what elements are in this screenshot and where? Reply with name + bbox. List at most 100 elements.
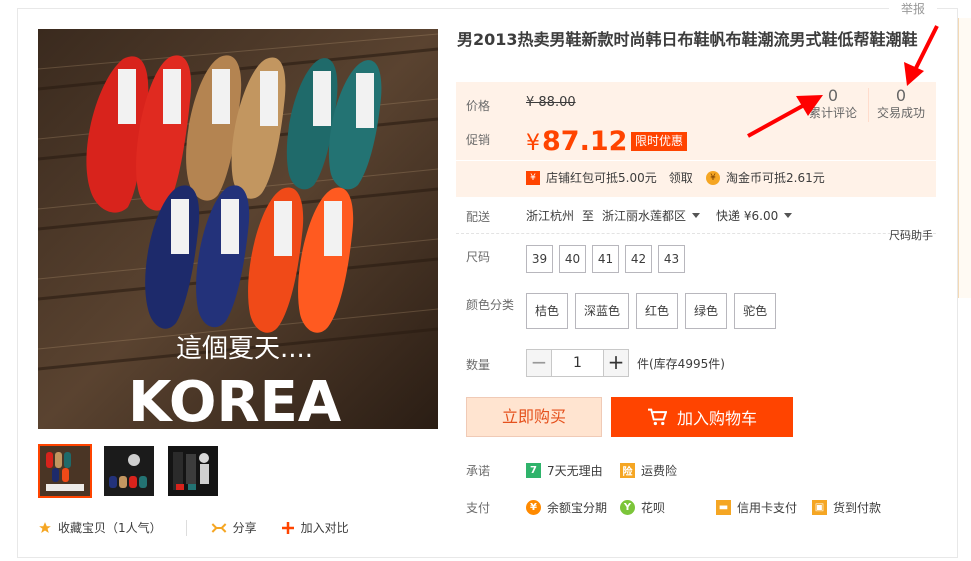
gift-icon: ¥: [526, 170, 540, 185]
product-title: 男2013热卖男鞋新款时尚韩日布鞋帆布鞋潮流男式鞋低帮鞋潮鞋: [457, 30, 918, 49]
promise-label: 承诺: [466, 464, 491, 478]
huabei-icon: Y: [620, 500, 635, 515]
deal-count-label: 交易成功: [877, 106, 926, 120]
chevron-down-icon: [692, 213, 701, 218]
ship-from: 浙江杭州: [526, 209, 575, 223]
promo-price-value: 87.12: [542, 126, 628, 157]
social-actions: 收藏宝贝（1人气） 分享 加入对比: [38, 519, 349, 536]
payment-cod[interactable]: ▣ 货到付款: [812, 499, 881, 516]
add-to-cart-button[interactable]: 加入购物车: [611, 397, 793, 437]
size-label: 尺码: [466, 250, 491, 264]
size-option[interactable]: 41: [592, 245, 619, 273]
price-label: 价格: [466, 99, 491, 113]
destination-value: 浙江丽水莲都区: [602, 209, 687, 223]
deal-count-number: 0: [895, 86, 907, 105]
side-panel-edge: [958, 18, 971, 298]
seven-day-icon: 7: [526, 463, 541, 478]
photo-caption-top: 這個夏天....: [176, 334, 313, 364]
size-option[interactable]: 39: [526, 245, 553, 273]
color-label: 颜色分类: [466, 298, 515, 312]
main-product-image[interactable]: 這個夏天.... KOREA: [38, 29, 438, 429]
shipping-insurance[interactable]: 险 运费险: [620, 462, 677, 479]
seven-day-return[interactable]: 7 7天无理由: [526, 462, 603, 479]
divider: [868, 88, 869, 122]
compare-button[interactable]: 加入对比: [281, 519, 349, 536]
divider: [456, 160, 936, 161]
limited-offer-badge: 限时优惠: [631, 132, 688, 151]
huabei-label: 花呗: [641, 501, 666, 515]
share-button[interactable]: 分享: [211, 519, 257, 536]
price-panel: 价格 ¥ 88.00 促销 ¥87.12 限时优惠 ¥ 店铺红包可抵5.00元 …: [456, 82, 936, 197]
claim-coupon-link[interactable]: 领取: [669, 169, 693, 186]
chevron-down-icon: [784, 213, 793, 218]
thumbnail-3[interactable]: [166, 444, 220, 498]
shipping-row: 浙江杭州 至 浙江丽水莲都区 快递 ¥6.00: [526, 207, 793, 224]
payment-yuebao[interactable]: ¥ 余额宝分期: [526, 499, 607, 516]
divider: [185, 519, 187, 536]
size-option[interactable]: 43: [658, 245, 685, 273]
ship-to-word: 至: [582, 209, 595, 223]
favorite-label: 收藏宝贝（1人气）: [58, 521, 162, 535]
add-to-cart-label: 加入购物车: [676, 409, 757, 428]
buy-now-button[interactable]: 立即购买: [466, 397, 602, 437]
thumbnail-strip: [38, 444, 220, 498]
size-option[interactable]: 40: [559, 245, 586, 273]
shop-coupon: ¥ 店铺红包可抵5.00元 领取: [526, 169, 693, 186]
cart-icon: [647, 408, 667, 426]
size-option[interactable]: 42: [625, 245, 652, 273]
yuebao-label: 余额宝分期: [547, 501, 608, 515]
shipping-label: 配送: [466, 210, 491, 224]
color-option[interactable]: 绿色: [685, 293, 728, 329]
shipping-method-dropdown[interactable]: 快递 ¥6.00: [716, 207, 793, 224]
coin-discount: ¥ 淘金币可抵2.61元: [706, 169, 825, 186]
thumbnail-image: [40, 446, 90, 496]
shop-coupon-text: 店铺红包可抵5.00元: [546, 171, 657, 185]
promo-label: 促销: [466, 133, 491, 147]
payment-credit-card[interactable]: ▬ 信用卡支付: [716, 499, 797, 516]
color-options: 桔色 深蓝色 红色 绿色 驼色: [526, 293, 777, 329]
payment-huabei[interactable]: Y 花呗: [620, 499, 665, 516]
quantity-increase-button[interactable]: +: [603, 349, 629, 377]
yuebao-icon: ¥: [526, 500, 541, 515]
payment-label: 支付: [466, 501, 491, 515]
insurance-icon: 险: [620, 463, 635, 478]
shoe-photo: 這個夏天.... KOREA: [38, 29, 438, 429]
insurance-label: 运费险: [641, 464, 678, 478]
thumbnail-2[interactable]: [102, 444, 156, 498]
promo-price: ¥87.12: [526, 126, 627, 157]
thumbnail-1[interactable]: [38, 444, 92, 498]
destination-dropdown[interactable]: 浙江丽水莲都区: [602, 207, 701, 224]
share-label: 分享: [232, 521, 257, 535]
star-icon: [39, 521, 51, 533]
photo-caption-brand: KOREA: [128, 370, 342, 429]
credit-card-label: 信用卡支付: [737, 501, 798, 515]
currency-symbol: ¥: [526, 131, 540, 156]
color-option[interactable]: 红色: [636, 293, 679, 329]
cash-on-delivery-icon: ▣: [812, 500, 827, 515]
cod-label: 货到付款: [833, 501, 882, 515]
credit-card-icon: ▬: [716, 500, 731, 515]
stock-info: 件(库存4995件): [637, 357, 725, 371]
report-link[interactable]: 举报: [889, 0, 937, 18]
quantity-label: 数量: [466, 358, 491, 372]
color-option[interactable]: 深蓝色: [575, 293, 630, 329]
review-count-number: 0: [827, 86, 839, 105]
quantity-input[interactable]: [552, 349, 603, 377]
favorite-button[interactable]: 收藏宝贝（1人气）: [38, 519, 162, 536]
share-icon: [211, 522, 227, 533]
color-option[interactable]: 驼色: [734, 293, 777, 329]
deal-count[interactable]: 0 交易成功: [877, 87, 925, 121]
review-count-label: 累计评论: [809, 106, 858, 120]
quantity-stepper: − +: [526, 349, 629, 377]
coin-icon: ¥: [706, 170, 720, 185]
quantity-decrease-button[interactable]: −: [526, 349, 552, 377]
size-helper-link[interactable]: 尺码助手: [889, 227, 933, 243]
color-option[interactable]: 桔色: [526, 293, 569, 329]
shipping-method-value: 快递 ¥6.00: [716, 209, 779, 223]
coin-discount-text: 淘金币可抵2.61元: [726, 171, 825, 185]
original-price: ¥ 88.00: [526, 95, 576, 110]
plus-icon: [281, 521, 294, 534]
review-count[interactable]: 0 累计评论: [809, 87, 857, 121]
divider: [456, 233, 936, 234]
size-options: 39 40 41 42 43: [526, 245, 685, 273]
